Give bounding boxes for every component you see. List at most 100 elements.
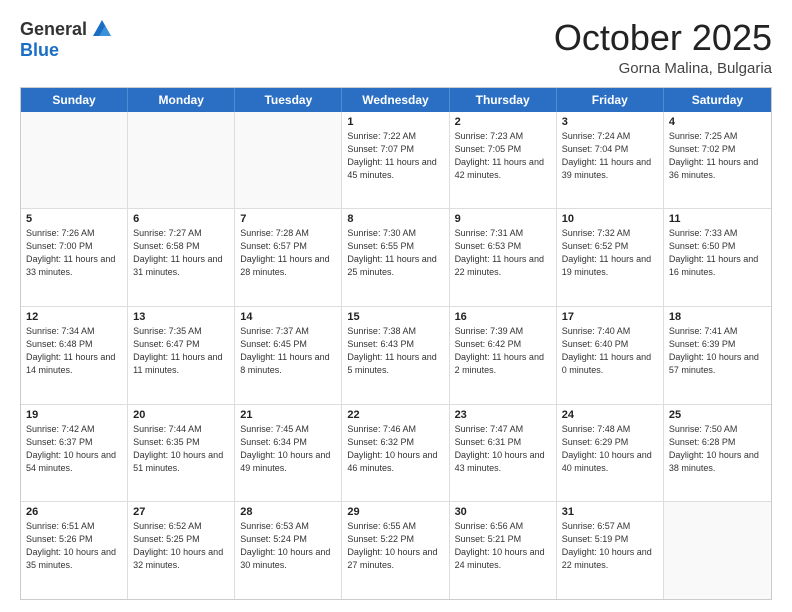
day-number-15: 15 (347, 311, 443, 323)
day-number-9: 9 (455, 213, 551, 225)
calendar-day-30: 30 Sunrise: 6:56 AM Sunset: 5:21 PM Dayli… (450, 502, 557, 599)
calendar-header: SundayMondayTuesdayWednesdayThursdayFrid… (21, 88, 771, 112)
calendar-day-5: 5Sunrise: 7:26 AM Sunset: 7:00 PM Daylig… (21, 209, 128, 306)
header-day-thursday: Thursday (450, 88, 557, 112)
day-info-8: Sunrise: 7:30 AM Sunset: 6:55 PM Dayligh… (347, 227, 443, 279)
header-day-tuesday: Tuesday (235, 88, 342, 112)
calendar-day-15: 15 Sunrise: 7:38 AM Sunset: 6:43 PM Dayli… (342, 307, 449, 404)
calendar-day-26: 26 Sunrise: 6:51 AM Sunset: 5:26 PM Dayli… (21, 502, 128, 599)
day-number-3: 3 (562, 116, 658, 128)
calendar-day-24: 24Sunrise: 7:48 AM Sunset: 6:29 PM Dayli… (557, 405, 664, 502)
day-number-17: 17 (562, 311, 658, 323)
day-number-4: 4 (669, 116, 766, 128)
day-number-12: 12 (26, 311, 122, 323)
day-info-21: Sunrise: 7:45 AM Sunset: 6:34 PM Dayligh… (240, 423, 336, 475)
calendar-week-1: 1 Sunrise: 7:22 AM Sunset: 7:07 PM Daylig… (21, 112, 771, 209)
day-info-9: Sunrise: 7:31 AM Sunset: 6:53 PM Dayligh… (455, 227, 551, 279)
calendar-body: 1 Sunrise: 7:22 AM Sunset: 7:07 PM Daylig… (21, 112, 771, 599)
day-number-24: 24 (562, 409, 658, 421)
day-info-28: Sunrise: 6:53 AM Sunset: 5:24 PM Dayligh… (240, 520, 336, 572)
day-number-1: 1 (347, 116, 443, 128)
day-info-30: Sunrise: 6:56 AM Sunset: 5:21 PM Dayligh… (455, 520, 551, 572)
day-info-26: Sunrise: 6:51 AM Sunset: 5:26 PM Dayligh… (26, 520, 122, 572)
calendar-day-27: 27Sunrise: 6:52 AM Sunset: 5:25 PM Dayli… (128, 502, 235, 599)
day-number-25: 25 (669, 409, 766, 421)
day-info-6: Sunrise: 7:27 AM Sunset: 6:58 PM Dayligh… (133, 227, 229, 279)
calendar-day-11: 11Sunrise: 7:33 AM Sunset: 6:50 PM Dayli… (664, 209, 771, 306)
calendar-day-6: 6 Sunrise: 7:27 AM Sunset: 6:58 PM Daylig… (128, 209, 235, 306)
calendar-week-4: 19 Sunrise: 7:42 AM Sunset: 6:37 PM Dayli… (21, 404, 771, 502)
day-number-5: 5 (26, 213, 122, 225)
calendar-empty-4-6 (664, 502, 771, 599)
calendar-day-7: 7Sunrise: 7:28 AM Sunset: 6:57 PM Daylig… (235, 209, 342, 306)
page: General Blue October 2025 Gorna Malina, … (0, 0, 792, 612)
day-info-17: Sunrise: 7:40 AM Sunset: 6:40 PM Dayligh… (562, 325, 658, 377)
day-number-2: 2 (455, 116, 551, 128)
calendar-day-14: 14 Sunrise: 7:37 AM Sunset: 6:45 PM Dayli… (235, 307, 342, 404)
day-info-29: Sunrise: 6:55 AM Sunset: 5:22 PM Dayligh… (347, 520, 443, 572)
day-number-26: 26 (26, 506, 122, 518)
day-number-16: 16 (455, 311, 551, 323)
header: General Blue October 2025 Gorna Malina, … (20, 18, 772, 77)
day-info-16: Sunrise: 7:39 AM Sunset: 6:42 PM Dayligh… (455, 325, 551, 377)
calendar-day-12: 12 Sunrise: 7:34 AM Sunset: 6:48 PM Dayli… (21, 307, 128, 404)
header-day-friday: Friday (557, 88, 664, 112)
day-info-31: Sunrise: 6:57 AM Sunset: 5:19 PM Dayligh… (562, 520, 658, 572)
day-number-20: 20 (133, 409, 229, 421)
calendar-day-21: 21 Sunrise: 7:45 AM Sunset: 6:34 PM Dayli… (235, 405, 342, 502)
calendar-day-23: 23Sunrise: 7:47 AM Sunset: 6:31 PM Dayli… (450, 405, 557, 502)
day-number-7: 7 (240, 213, 336, 225)
day-number-10: 10 (562, 213, 658, 225)
day-info-14: Sunrise: 7:37 AM Sunset: 6:45 PM Dayligh… (240, 325, 336, 377)
day-info-4: Sunrise: 7:25 AM Sunset: 7:02 PM Dayligh… (669, 130, 766, 182)
header-day-monday: Monday (128, 88, 235, 112)
day-number-29: 29 (347, 506, 443, 518)
day-number-31: 31 (562, 506, 658, 518)
calendar-day-3: 3 Sunrise: 7:24 AM Sunset: 7:04 PM Daylig… (557, 112, 664, 209)
calendar-day-17: 17 Sunrise: 7:40 AM Sunset: 6:40 PM Dayli… (557, 307, 664, 404)
day-number-19: 19 (26, 409, 122, 421)
day-info-3: Sunrise: 7:24 AM Sunset: 7:04 PM Dayligh… (562, 130, 658, 182)
day-number-14: 14 (240, 311, 336, 323)
month-title: October 2025 (554, 18, 772, 58)
calendar-week-3: 12 Sunrise: 7:34 AM Sunset: 6:48 PM Dayli… (21, 306, 771, 404)
day-info-11: Sunrise: 7:33 AM Sunset: 6:50 PM Dayligh… (669, 227, 766, 279)
logo-blue-text: Blue (20, 40, 59, 61)
calendar-day-1: 1 Sunrise: 7:22 AM Sunset: 7:07 PM Daylig… (342, 112, 449, 209)
calendar-day-4: 4 Sunrise: 7:25 AM Sunset: 7:02 PM Daylig… (664, 112, 771, 209)
calendar-day-8: 8Sunrise: 7:30 AM Sunset: 6:55 PM Daylig… (342, 209, 449, 306)
calendar-empty-0-0 (21, 112, 128, 209)
header-day-wednesday: Wednesday (342, 88, 449, 112)
calendar-day-18: 18Sunrise: 7:41 AM Sunset: 6:39 PM Dayli… (664, 307, 771, 404)
calendar-empty-0-2 (235, 112, 342, 209)
day-number-21: 21 (240, 409, 336, 421)
calendar-week-2: 5Sunrise: 7:26 AM Sunset: 7:00 PM Daylig… (21, 208, 771, 306)
day-info-23: Sunrise: 7:47 AM Sunset: 6:31 PM Dayligh… (455, 423, 551, 475)
header-day-sunday: Sunday (21, 88, 128, 112)
calendar-day-29: 29 Sunrise: 6:55 AM Sunset: 5:22 PM Dayli… (342, 502, 449, 599)
calendar-day-9: 9 Sunrise: 7:31 AM Sunset: 6:53 PM Daylig… (450, 209, 557, 306)
day-number-30: 30 (455, 506, 551, 518)
day-info-15: Sunrise: 7:38 AM Sunset: 6:43 PM Dayligh… (347, 325, 443, 377)
calendar-day-25: 25Sunrise: 7:50 AM Sunset: 6:28 PM Dayli… (664, 405, 771, 502)
day-number-28: 28 (240, 506, 336, 518)
day-number-6: 6 (133, 213, 229, 225)
location-subtitle: Gorna Malina, Bulgaria (554, 60, 772, 77)
calendar-day-31: 31 Sunrise: 6:57 AM Sunset: 5:19 PM Dayli… (557, 502, 664, 599)
day-info-2: Sunrise: 7:23 AM Sunset: 7:05 PM Dayligh… (455, 130, 551, 182)
calendar-day-16: 16 Sunrise: 7:39 AM Sunset: 6:42 PM Dayli… (450, 307, 557, 404)
day-info-12: Sunrise: 7:34 AM Sunset: 6:48 PM Dayligh… (26, 325, 122, 377)
calendar-week-5: 26 Sunrise: 6:51 AM Sunset: 5:26 PM Dayli… (21, 501, 771, 599)
day-info-27: Sunrise: 6:52 AM Sunset: 5:25 PM Dayligh… (133, 520, 229, 572)
title-block: October 2025 Gorna Malina, Bulgaria (554, 18, 772, 77)
calendar-day-28: 28 Sunrise: 6:53 AM Sunset: 5:24 PM Dayli… (235, 502, 342, 599)
day-number-22: 22 (347, 409, 443, 421)
day-info-1: Sunrise: 7:22 AM Sunset: 7:07 PM Dayligh… (347, 130, 443, 182)
calendar-day-22: 22Sunrise: 7:46 AM Sunset: 6:32 PM Dayli… (342, 405, 449, 502)
day-info-19: Sunrise: 7:42 AM Sunset: 6:37 PM Dayligh… (26, 423, 122, 475)
day-info-18: Sunrise: 7:41 AM Sunset: 6:39 PM Dayligh… (669, 325, 766, 377)
day-number-13: 13 (133, 311, 229, 323)
day-info-10: Sunrise: 7:32 AM Sunset: 6:52 PM Dayligh… (562, 227, 658, 279)
calendar-empty-0-1 (128, 112, 235, 209)
day-info-20: Sunrise: 7:44 AM Sunset: 6:35 PM Dayligh… (133, 423, 229, 475)
